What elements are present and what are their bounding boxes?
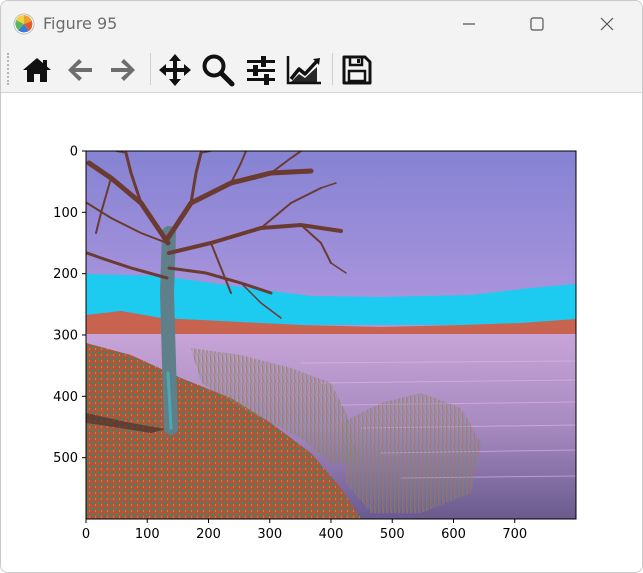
- pan-button[interactable]: [156, 51, 194, 89]
- plot-svg: 0 100 200 300 400 500 600 700 0 100 200 300 400 500: [53, 145, 577, 542]
- title-bar[interactable]: Figure 95: [1, 1, 642, 47]
- y-tick-label: 500: [53, 451, 78, 466]
- x-tick-label: 0: [82, 527, 90, 542]
- floppy-disk-icon: [342, 55, 372, 85]
- close-button[interactable]: [573, 1, 641, 47]
- move-icon: [159, 54, 191, 86]
- y-tick-label: 0: [70, 145, 78, 160]
- y-tick-label: 400: [53, 390, 78, 405]
- sliders-icon: [247, 56, 275, 85]
- window-title: Figure 95: [43, 14, 118, 33]
- matplotlib-icon: [13, 13, 35, 35]
- x-tick-label: 100: [135, 527, 160, 542]
- magnifier-icon: [202, 54, 235, 87]
- toolbar-grip: [7, 53, 11, 85]
- maximize-button[interactable]: [503, 1, 571, 47]
- navigation-toolbar: [1, 47, 642, 93]
- save-button[interactable]: [338, 51, 376, 89]
- maximize-icon: [530, 17, 544, 31]
- back-button[interactable]: [61, 51, 99, 89]
- zoom-button[interactable]: [199, 51, 237, 89]
- figure-canvas[interactable]: 0 100 200 300 400 500 600 700 0 100 200 300 400 500: [1, 93, 642, 572]
- y-axis-ticks: 0 100 200 300 400 500: [53, 145, 86, 466]
- configure-subplots-button[interactable]: [242, 51, 280, 89]
- minimize-button[interactable]: [435, 1, 503, 47]
- x-tick-label: 600: [441, 527, 466, 542]
- home-icon: [23, 58, 51, 82]
- close-icon: [600, 17, 614, 31]
- y-tick-label: 300: [53, 329, 78, 344]
- y-tick-label: 200: [53, 267, 78, 282]
- image-content: [86, 151, 576, 519]
- arrow-left-icon: [68, 59, 92, 81]
- toolbar-separator: [150, 53, 151, 85]
- arrow-right-icon: [111, 59, 135, 81]
- x-tick-label: 700: [502, 527, 527, 542]
- x-tick-label: 500: [380, 527, 405, 542]
- x-axis-ticks: 0 100 200 300 400 500 600 700: [82, 519, 527, 542]
- toolbar-separator: [332, 53, 333, 85]
- home-button[interactable]: [18, 51, 56, 89]
- x-tick-label: 200: [196, 527, 221, 542]
- forward-button[interactable]: [104, 51, 142, 89]
- figure-window: Figure 95 0 100 200 300 400 500 600 700 …: [0, 0, 643, 573]
- line-chart-icon: [286, 56, 321, 85]
- x-tick-label: 300: [257, 527, 282, 542]
- y-tick-label: 100: [53, 206, 78, 221]
- x-tick-label: 400: [319, 527, 344, 542]
- edit-axes-button[interactable]: [285, 51, 323, 89]
- minimize-icon: [463, 23, 475, 25]
